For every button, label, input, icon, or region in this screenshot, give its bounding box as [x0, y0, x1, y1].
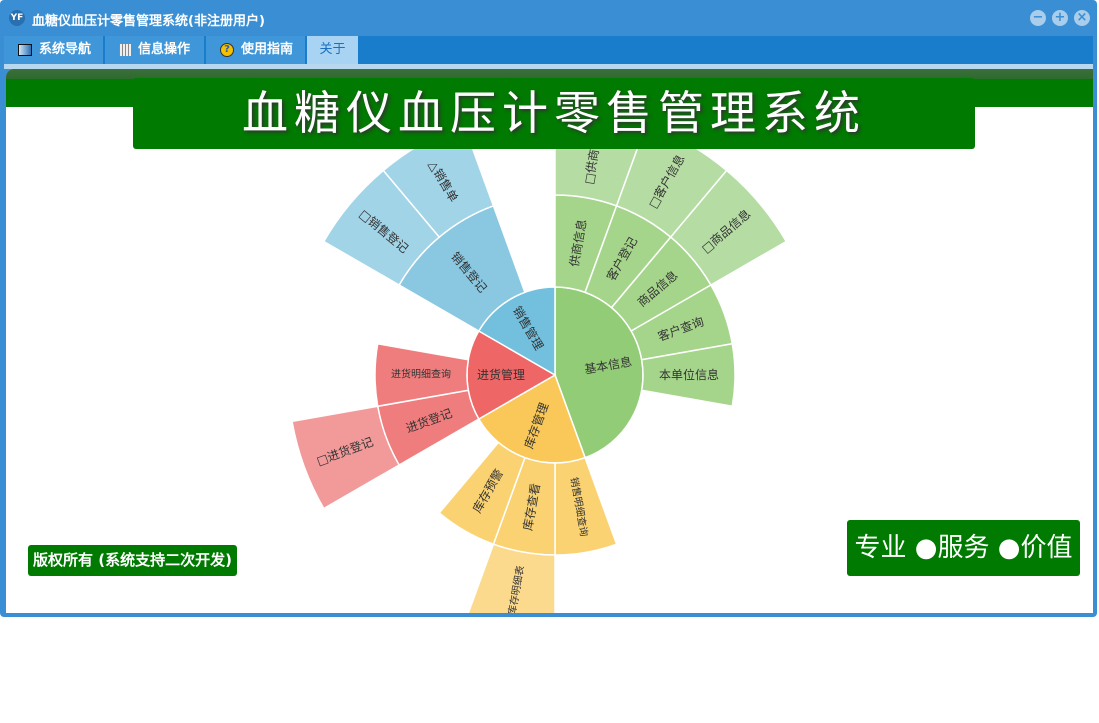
tab-label: 使用指南 [241, 42, 294, 57]
slogan-label: 专业 ●服务 ●价值 [847, 520, 1080, 576]
app-logo-icon: YF [9, 10, 25, 26]
app-window: YF 血糖仪血压计零售管理系统(非注册用户) − + × 系统导航 信息操作 ?… [0, 0, 1097, 617]
segment-label: 进货管理 [477, 367, 525, 382]
content-area: 基本信息 供商信息 □供商信息 客户登记 □客户信息 商品信息 □商品信息 客户查询 本单位信息… [6, 69, 1093, 613]
tab-system-navigation[interactable]: 系统导航 [4, 36, 103, 64]
copyright-label: 版权所有 (系统支持二次开发) [28, 545, 237, 576]
monitor-icon [18, 44, 32, 56]
grid-icon [119, 44, 131, 56]
minimize-icon[interactable]: − [1030, 10, 1046, 26]
banner-title: 血糖仪血压计零售管理系统 [133, 78, 975, 149]
tab-user-guide[interactable]: ? 使用指南 [206, 36, 305, 64]
tab-about[interactable]: 关于 [307, 36, 358, 64]
tab-label: 关于 [319, 42, 346, 57]
menu-tabs: 系统导航 信息操作 ? 使用指南 关于 [4, 36, 1093, 64]
tab-label: 系统导航 [39, 42, 92, 57]
tab-label: 信息操作 [138, 42, 191, 57]
close-icon[interactable]: × [1074, 10, 1090, 26]
title-bar[interactable]: YF 血糖仪血压计零售管理系统(非注册用户) − + × [0, 0, 1097, 36]
segment-label: 本单位信息 [659, 367, 719, 382]
sunburst-segment[interactable] [554, 456, 618, 556]
maximize-icon[interactable]: + [1052, 10, 1068, 26]
window-title: 血糖仪血压计零售管理系统(非注册用户) [32, 14, 265, 29]
segment-label: 进货明细查询 [391, 368, 451, 381]
help-icon: ? [220, 43, 234, 57]
tab-info-operations[interactable]: 信息操作 [105, 36, 204, 64]
